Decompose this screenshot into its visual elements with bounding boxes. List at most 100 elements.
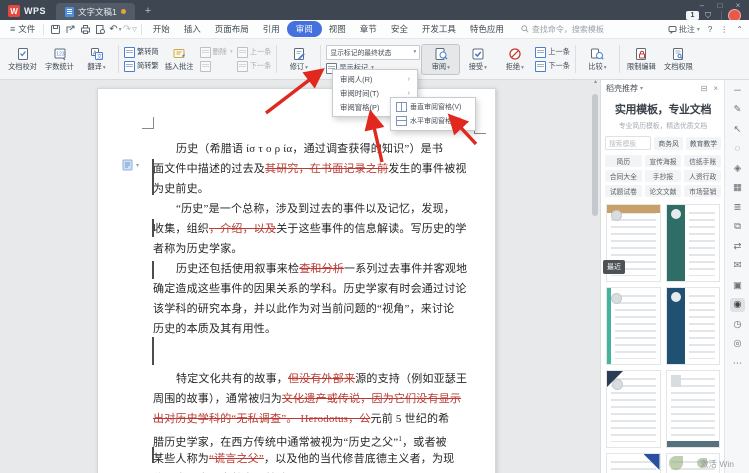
panel-close-icon[interactable]: ×	[711, 84, 720, 93]
document-page[interactable]: ▾ 历史（希腊语 ίσ τ ο ρ ία，通过调查获得的知识”）是书面文件中描述…	[97, 88, 496, 473]
ribbon-tab-视图[interactable]: 视图	[322, 21, 353, 37]
ribbon-tab-开始[interactable]: 开始	[146, 21, 177, 37]
reject-button[interactable]: 拒绝▾	[496, 45, 533, 74]
collapse-ribbon-icon[interactable]: ⌃	[736, 25, 743, 34]
template-tab-教育教学[interactable]: 教育教学	[686, 137, 721, 150]
pane-submenu-item[interactable]: 水平审阅窗格(H)	[391, 114, 475, 128]
print-icon[interactable]	[79, 23, 92, 36]
template-chip-信纸手账[interactable]: 信纸手账	[684, 155, 721, 167]
template-chip-试题试卷[interactable]: 试题试卷	[605, 185, 642, 197]
template-thumbnail[interactable]	[666, 370, 721, 448]
select-icon[interactable]: ↖	[730, 122, 745, 136]
caret-down-icon[interactable]: ▾	[640, 85, 643, 92]
scrollbar-thumb[interactable]	[592, 94, 598, 216]
ribbon-tab-引用[interactable]: 引用	[256, 21, 287, 37]
pages-icon[interactable]: ⧉	[730, 220, 745, 234]
file-menu-label: 文件	[18, 23, 35, 35]
accept-button[interactable]: 接受▾	[459, 45, 496, 74]
proofread-button[interactable]: 文档校对	[4, 45, 41, 74]
more-menu-icon[interactable]: ⋮	[720, 25, 728, 34]
coin-icon[interactable]: ◎	[730, 337, 745, 351]
comment-button[interactable]: 批注 ▾	[668, 24, 700, 35]
prev-comment-button[interactable]: 上一条	[237, 47, 272, 58]
ribbon-tab-安全[interactable]: 安全	[384, 21, 415, 37]
scroll-up-icon[interactable]: ▴	[591, 80, 600, 85]
template-chip-合同大全[interactable]: 合同大全	[605, 170, 642, 182]
track-changes-button[interactable]: 修订▾	[280, 45, 317, 74]
template-thumbnail[interactable]	[606, 370, 661, 448]
delete-comment-button[interactable]: 删除▾	[200, 47, 233, 58]
undo-icon[interactable]: ↶	[109, 24, 117, 35]
translate-button[interactable]: A文 翻译▾	[78, 45, 115, 74]
document-tab[interactable]: 文字文稿1	[56, 3, 135, 20]
comment-indicator[interactable]: ▾	[122, 159, 139, 171]
new-tab-button[interactable]: +	[135, 5, 161, 20]
document-text[interactable]: 历史（希腊语 ίσ τ ο ρ ία，通过调查获得的知识”）是书面文件中描述的过…	[153, 139, 471, 473]
template-thumbnail[interactable]	[666, 204, 721, 282]
file-menu-button[interactable]: ≡ 文件	[6, 23, 39, 35]
markup-state-dropdown[interactable]: 显示标记的最终状态▾	[326, 45, 420, 60]
ribbon-tab-审阅[interactable]: 审阅	[287, 21, 322, 37]
more-icon[interactable]: ⋯	[730, 356, 745, 370]
vertical-scrollbar[interactable]: ▴	[591, 80, 600, 473]
next-change-button[interactable]: 下一条	[535, 61, 570, 72]
redo-icon[interactable]: ↷	[123, 24, 131, 35]
ribbon-tab-特色应用[interactable]: 特色应用	[463, 21, 511, 37]
save-icon[interactable]	[49, 23, 62, 36]
template-thumbnail[interactable]	[606, 453, 661, 473]
review-pane-button[interactable]: 审阅▾	[422, 45, 459, 74]
word-count-button[interactable]: 123 字数统计	[41, 45, 78, 74]
compare-button[interactable]: 比较▾	[579, 45, 616, 74]
command-search[interactable]: 查找命令，搜索模板	[521, 24, 604, 35]
resource-icon[interactable]: ◉	[730, 298, 745, 312]
template-search-input[interactable]: 搜索模板	[605, 136, 651, 150]
panel-header-title[interactable]: 稻壳推荐	[606, 83, 638, 94]
review-pane-icon	[434, 47, 448, 61]
lasso-icon[interactable]: ◌	[730, 142, 745, 156]
word-count-icon: 123	[53, 47, 67, 61]
ribbon-tab-页面布局[interactable]: 页面布局	[208, 21, 256, 37]
horizontal-pane-icon	[396, 116, 407, 126]
template-thumbnail[interactable]	[606, 287, 661, 365]
ink-icon[interactable]: ◈	[730, 161, 745, 175]
template-chip-宣传海报[interactable]: 宣传海报	[645, 155, 682, 167]
wps-logo[interactable]: W WPS	[0, 5, 56, 20]
restrict-editing-button[interactable]: 限制编辑	[623, 45, 660, 74]
image-icon[interactable]: ▣	[730, 278, 745, 292]
template-tab-商务风[interactable]: 商务风	[654, 137, 682, 150]
document-permission-button[interactable]: 文档权限	[660, 45, 697, 74]
ribbon-tab-开发工具[interactable]: 开发工具	[415, 21, 463, 37]
panel-pin-icon[interactable]: ⊟	[699, 84, 710, 93]
undo-caret-icon[interactable]: ▾	[119, 26, 122, 33]
template-chip-手抄报[interactable]: 手抄报	[645, 170, 682, 182]
document-text-run: 者称为历史学家。	[153, 243, 243, 255]
ribbon-tab-插入[interactable]: 插入	[177, 21, 208, 37]
help-button[interactable]: ?	[708, 25, 712, 34]
table-icon[interactable]: ▦	[730, 181, 745, 195]
quickbar-more-icon[interactable]: ▽	[132, 26, 137, 33]
history-icon[interactable]: ◷	[730, 317, 745, 331]
next-comment-button[interactable]: 下一条	[237, 61, 272, 72]
simp-to-trad-button[interactable]: 简转繁	[124, 61, 159, 72]
template-thumbnail[interactable]	[666, 287, 721, 365]
pane-submenu-item[interactable]: 垂直审阅窗格(V)	[391, 100, 475, 114]
print-preview-icon[interactable]	[94, 23, 107, 36]
template-chip-论文文献[interactable]: 论文文献	[645, 185, 682, 197]
template-chip-人资行政[interactable]: 人资行政	[684, 170, 721, 182]
member-crown-icon[interactable]: ⛉	[705, 11, 715, 20]
insert-comment-button[interactable]: 插入批注	[161, 45, 198, 74]
revision-change-bar	[152, 219, 154, 237]
prev-change-button[interactable]: 上一条	[535, 47, 570, 58]
envelope-icon[interactable]: ✉	[730, 259, 745, 273]
outline-icon[interactable]: ≣	[730, 200, 745, 214]
convert-icon[interactable]: ⇄	[730, 239, 745, 253]
review-menu-item[interactable]: 审阅人(R)›	[333, 72, 417, 86]
export-icon[interactable]	[64, 23, 77, 36]
trad-to-simp-button[interactable]: 繁转简	[124, 47, 159, 58]
pen-icon[interactable]: ✎	[730, 103, 745, 117]
ribbon-tab-章节[interactable]: 章节	[353, 21, 384, 37]
template-chip-简历[interactable]: 简历	[605, 155, 642, 167]
workspace-badge[interactable]: 1	[686, 11, 699, 20]
template-chip-市场营销[interactable]: 市场营销	[684, 185, 721, 197]
collapse-icon[interactable]: ─	[730, 83, 745, 97]
